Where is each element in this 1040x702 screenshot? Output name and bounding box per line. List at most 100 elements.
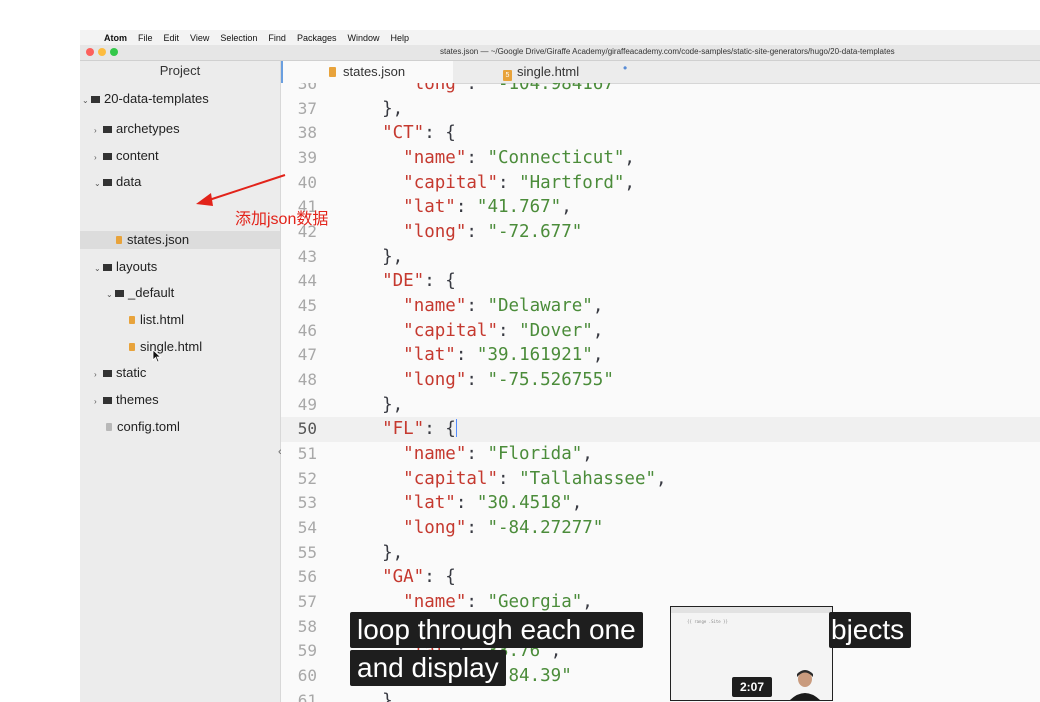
code-punctuation: , bbox=[624, 172, 635, 193]
code-punctuation: : bbox=[466, 517, 488, 538]
menu-view[interactable]: View bbox=[190, 33, 209, 43]
tree-item-layouts[interactable]: ⌄ layouts bbox=[94, 258, 157, 276]
code-text: "lat": "41.767", bbox=[361, 195, 572, 220]
tree-item-content[interactable]: › content bbox=[94, 147, 159, 165]
video-timestamp: 2:07 bbox=[732, 677, 772, 697]
code-line[interactable]: 53 "lat": "30.4518", bbox=[281, 491, 1040, 516]
zoom-window-button[interactable] bbox=[110, 48, 118, 56]
code-text: "name": "Delaware", bbox=[361, 294, 603, 319]
tree-view: Project ⌄ 20-data-templates › archetypes ›… bbox=[80, 61, 282, 702]
code-line[interactable]: 40 "capital": "Hartford", bbox=[281, 171, 1040, 196]
tree-item-static[interactable]: › static bbox=[94, 364, 146, 382]
tree-item-default[interactable]: ⌄ _default bbox=[106, 284, 174, 302]
menu-edit[interactable]: Edit bbox=[164, 33, 180, 43]
text-cursor bbox=[455, 419, 457, 438]
code-punctuation: : bbox=[455, 197, 477, 218]
line-number: 56 bbox=[297, 567, 317, 587]
tab-single-html[interactable]: 5 single.html bbox=[503, 61, 623, 83]
json-key: "DE" bbox=[382, 271, 425, 292]
tab-states-json[interactable]: states.json bbox=[281, 61, 453, 84]
line-number: 53 bbox=[297, 493, 317, 513]
title-bar: states.json — ~/Google Drive/Giraffe Aca… bbox=[80, 45, 1040, 61]
json-key: "name" bbox=[403, 443, 467, 464]
code-punctuation: , bbox=[571, 493, 583, 514]
tree-root-folder[interactable]: ⌄ 20-data-templates bbox=[82, 90, 209, 108]
code-punctuation: : bbox=[455, 493, 477, 514]
tree-item-label: data bbox=[116, 174, 142, 189]
code-line[interactable]: 50 "FL": { bbox=[281, 417, 1040, 442]
tree-item-label: themes bbox=[116, 392, 159, 407]
tree-item-themes[interactable]: › themes bbox=[94, 391, 159, 409]
tree-item-data[interactable]: ⌄ data bbox=[94, 173, 141, 191]
tree-item-list-html[interactable]: list.html bbox=[127, 311, 184, 329]
line-number: 36 bbox=[297, 83, 317, 93]
code-line[interactable]: 51 "name": "Florida", bbox=[281, 442, 1040, 467]
line-number: 57 bbox=[297, 591, 317, 611]
code-line[interactable]: 46 "capital": "Dover", bbox=[281, 319, 1040, 344]
menu-selection[interactable]: Selection bbox=[220, 33, 257, 43]
menu-packages[interactable]: Packages bbox=[297, 33, 337, 43]
folder-icon bbox=[103, 179, 112, 186]
menu-file[interactable]: File bbox=[138, 33, 153, 43]
html5-file-icon: 5 bbox=[503, 70, 512, 81]
json-key: "name" bbox=[403, 147, 467, 168]
code-line[interactable]: 54 "long": "-84.27277" bbox=[281, 516, 1040, 541]
code-line[interactable]: 47 "lat": "39.161921", bbox=[281, 343, 1040, 368]
code-line[interactable]: 36 "long": "-104.984167" bbox=[281, 83, 1040, 97]
close-window-button[interactable] bbox=[86, 48, 94, 56]
code-line[interactable]: 55 }, bbox=[281, 541, 1040, 566]
tree-item-single-html[interactable]: single.html bbox=[127, 338, 202, 356]
folder-icon bbox=[91, 96, 100, 103]
menu-find[interactable]: Find bbox=[268, 33, 286, 43]
json-key: "capital" bbox=[403, 320, 498, 341]
menu-app-name[interactable]: Atom bbox=[104, 33, 127, 43]
json-string: "-72.677" bbox=[487, 221, 583, 242]
modified-dot-icon: • bbox=[623, 61, 628, 75]
json-file-icon bbox=[329, 67, 336, 77]
menu-window[interactable]: Window bbox=[347, 33, 379, 43]
tree-item-states-json[interactable]: states.json bbox=[80, 231, 280, 249]
code-editor[interactable]: 36 "long": "-104.984167" 37 }, 38 "CT": {3… bbox=[281, 83, 1040, 702]
line-number: 58 bbox=[297, 616, 317, 636]
annotation-label: 添加json数据 bbox=[235, 211, 329, 228]
code-line[interactable]: 49 }, bbox=[281, 393, 1040, 418]
code-text: }, bbox=[361, 393, 403, 418]
code-line[interactable]: 48 "long": "-75.526755" bbox=[281, 368, 1040, 393]
code-text: "capital": "Hartford", bbox=[361, 171, 635, 196]
code-line[interactable]: 41 "lat": "41.767", bbox=[281, 195, 1040, 220]
code-text: "long": "-84.27277" bbox=[361, 516, 603, 541]
caption-line-1: loop through each one bbox=[350, 612, 643, 648]
code-line[interactable]: 61 }, bbox=[281, 689, 1040, 702]
menu-help[interactable]: Help bbox=[390, 33, 409, 43]
code-line[interactable]: 52 "capital": "Tallahassee", bbox=[281, 467, 1040, 492]
html5-file-icon bbox=[129, 316, 135, 324]
code-line[interactable]: 56 "GA": { bbox=[281, 565, 1040, 590]
code-line[interactable]: 43 }, bbox=[281, 245, 1040, 270]
tab-label: single.html bbox=[517, 64, 580, 79]
code-line[interactable]: 39 "name": "Connecticut", bbox=[281, 146, 1040, 171]
atom-window: Atom File Edit View Selection Find Packa… bbox=[80, 30, 1040, 702]
code-text: "name": "Connecticut", bbox=[361, 146, 635, 171]
tree-item-archetypes[interactable]: › archetypes bbox=[94, 120, 180, 138]
code-line[interactable]: 38 "CT": { bbox=[281, 121, 1040, 146]
code-text: "CT": { bbox=[361, 121, 456, 146]
tree-item-config[interactable]: config.toml bbox=[104, 418, 180, 436]
code-line[interactable]: 37 }, bbox=[281, 97, 1040, 122]
code-line[interactable]: 44 "DE": { bbox=[281, 269, 1040, 294]
code-line[interactable]: 42 "long": "-72.677" bbox=[281, 220, 1040, 245]
code-punctuation: : bbox=[455, 345, 477, 366]
minimize-window-button[interactable] bbox=[98, 48, 106, 56]
menu-bar: Atom File Edit View Selection Find Packa… bbox=[80, 30, 1040, 45]
code-text: "lat": "30.4518", bbox=[361, 491, 582, 516]
code-line[interactable]: 57 "name": "Georgia", bbox=[281, 590, 1040, 615]
folder-icon bbox=[103, 370, 112, 377]
code-line[interactable]: 45 "name": "Delaware", bbox=[281, 294, 1040, 319]
folder-icon bbox=[103, 397, 112, 404]
